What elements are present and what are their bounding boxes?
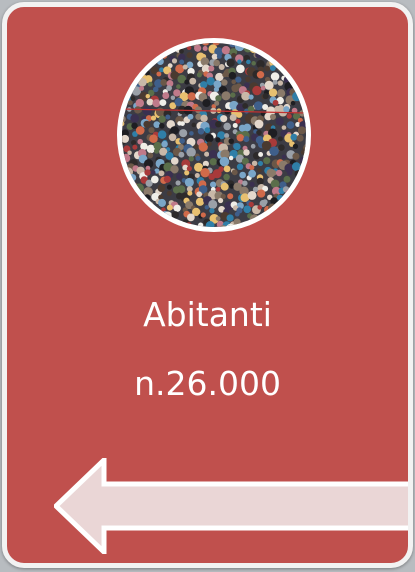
- arrow-left-icon[interactable]: [54, 458, 408, 554]
- card-value: n.26.000: [134, 364, 281, 403]
- card-title: Abitanti: [143, 295, 272, 334]
- crowd-photo-icon: [117, 38, 311, 232]
- info-card: Abitanti n.26.000: [2, 2, 413, 568]
